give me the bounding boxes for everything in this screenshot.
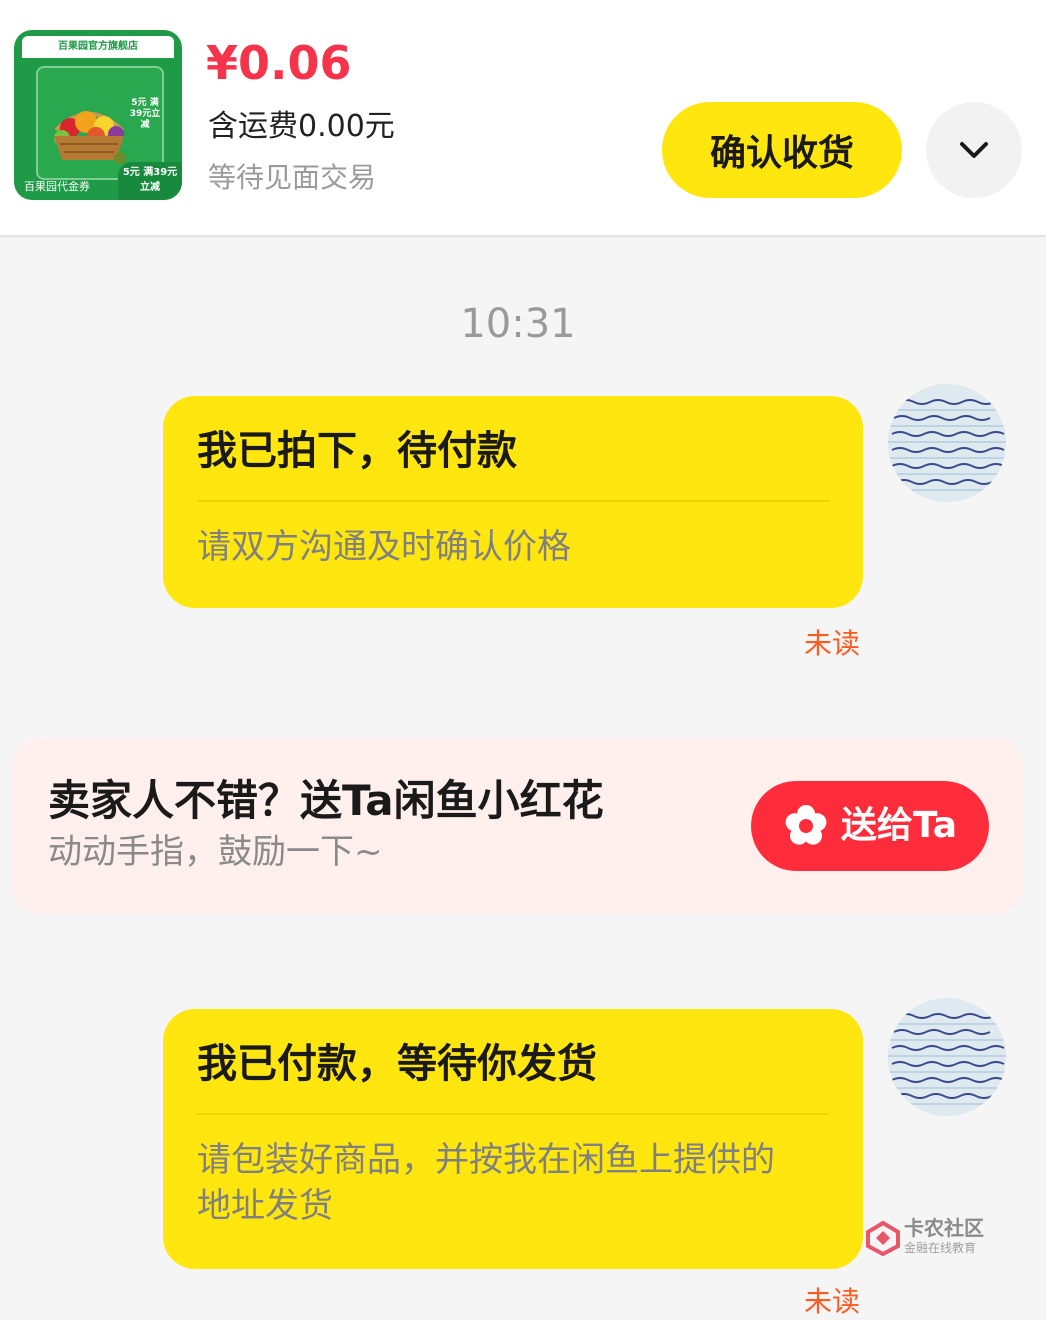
chat-timestamp: 10:31 xyxy=(460,301,576,347)
shipping-fee: 含运费0.00元 xyxy=(208,109,395,144)
handwriting-avatar-icon xyxy=(888,998,1006,1116)
product-thumbnail[interactable]: 百果园官方旗舰店 5元 满39元立减 百果园代金券 5元 满39元立减 xyxy=(14,30,182,200)
confirm-receipt-button[interactable]: 确认收货 xyxy=(662,102,902,198)
chevron-down-icon xyxy=(960,142,988,158)
message-description: 请包装好商品，并按我在闲鱼上提供的地址发货 xyxy=(197,1140,775,1226)
watermark: 卡农社区 金融在线教育 xyxy=(864,1216,994,1260)
fruit-basket-icon xyxy=(54,111,126,164)
order-header: 百果园官方旗舰店 5元 满39元立减 百果园代金券 5元 满39元立减 ¥0.0… xyxy=(0,0,1046,237)
watermark-tagline: 金融在线教育 xyxy=(904,1241,977,1255)
order-status: 等待见面交易 xyxy=(208,161,377,194)
send-flower-button[interactable]: 送给Ta xyxy=(751,781,989,871)
flower-icon xyxy=(785,805,827,845)
read-status: 未读 xyxy=(804,627,861,660)
avatar[interactable] xyxy=(888,384,1006,502)
watermark-logo-icon xyxy=(866,1220,900,1257)
send-flower-label: 送给Ta xyxy=(840,805,958,846)
watermark-name: 卡农社区 xyxy=(904,1216,984,1240)
voucher-name: 百果园代金券 xyxy=(24,180,90,193)
promo-text: 5元 满39元立减 xyxy=(129,98,161,130)
message-bubble[interactable]: 我已付款，等待你发货 请包装好商品，并按我在闲鱼上提供的地址发货 xyxy=(163,1009,863,1269)
promo-corner: 5元 满39元立减 xyxy=(118,162,182,200)
flower-title: 卖家人不错？送Ta闲鱼小红花 xyxy=(48,776,604,825)
message-description: 请双方沟通及时确认价格 xyxy=(197,527,571,567)
flower-promo-card: 卖家人不错？送Ta闲鱼小红花 动动手指，鼓励一下~ 送给Ta xyxy=(12,738,1024,913)
message-title: 我已付款，等待你发货 xyxy=(197,1041,597,1087)
expand-button[interactable] xyxy=(926,102,1022,198)
avatar[interactable] xyxy=(888,998,1006,1116)
store-name: 百果园官方旗舰店 xyxy=(22,36,174,58)
flower-subtitle: 动动手指，鼓励一下~ xyxy=(48,832,383,872)
order-price: ¥0.06 xyxy=(206,36,352,90)
read-status: 未读 xyxy=(804,1285,861,1318)
message-title: 我已拍下，待付款 xyxy=(197,428,517,474)
handwriting-avatar-icon xyxy=(888,384,1006,502)
message-bubble[interactable]: 我已拍下，待付款 请双方沟通及时确认价格 xyxy=(163,396,863,608)
